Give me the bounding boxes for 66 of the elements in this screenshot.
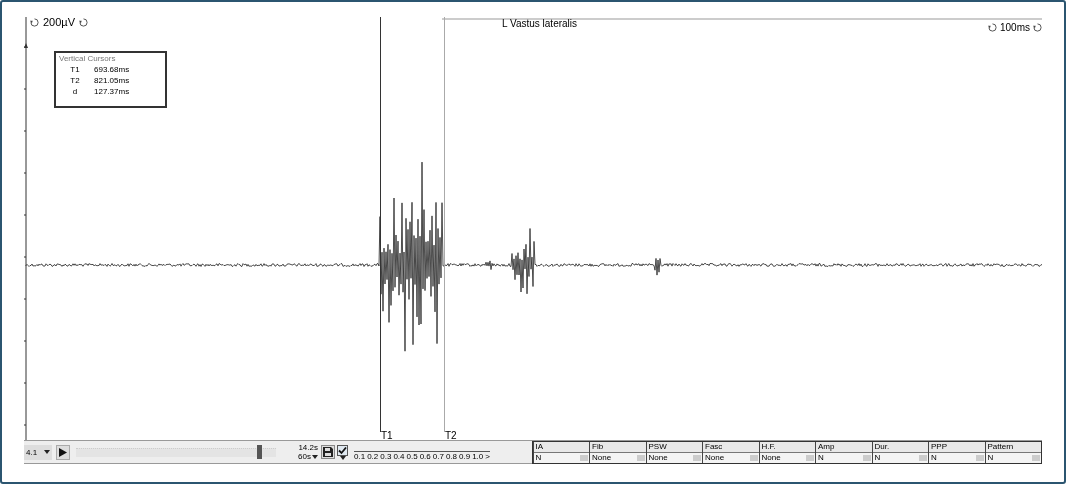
scale-tick: 0.5 (406, 452, 418, 461)
scale-tick: 0.8 (445, 452, 457, 461)
value-dropdown[interactable]: N (533, 452, 589, 463)
dropdown-value: None (761, 453, 781, 462)
duration: 60s (298, 452, 311, 461)
cursor-label: T1 (381, 430, 393, 441)
adjust-icon[interactable] (1033, 23, 1042, 32)
value-dropdown[interactable]: None (590, 452, 646, 463)
adjust-icon[interactable] (79, 17, 89, 27)
scale-tick: 0.2 (367, 452, 379, 461)
dropdown-value: None (648, 453, 668, 462)
adjust-icon[interactable] (988, 23, 997, 32)
scale-more[interactable]: > (485, 452, 490, 461)
channel-name: L Vastus lateralis (502, 18, 578, 29)
value-dropdown[interactable]: N (872, 452, 928, 463)
playback-slider[interactable] (76, 447, 276, 457)
dropdown-value: None (705, 453, 725, 462)
play-icon (59, 447, 67, 457)
panel-title: Vertical Cursors (58, 53, 117, 64)
column-header: Pattern (985, 441, 1041, 453)
checkbox[interactable] (337, 444, 348, 456)
column-header: IA (533, 441, 589, 453)
column-header: Amp (816, 441, 872, 453)
column-header: Fib (590, 441, 646, 453)
adjust-icon[interactable] (30, 17, 39, 27)
save-icon (323, 447, 333, 457)
cursor-label: T2 (69, 75, 81, 86)
value-dropdown[interactable]: None (759, 452, 815, 463)
value-dropdown[interactable]: None (703, 452, 759, 463)
cursor-value: 693.68ms (94, 64, 130, 75)
caret-icon[interactable] (312, 454, 318, 459)
save-button[interactable] (321, 445, 335, 459)
value-dropdown[interactable]: N (985, 452, 1041, 463)
slider-thumb[interactable] (257, 444, 263, 459)
cursor-label: T1 (69, 64, 81, 75)
column-header: Dur. (872, 441, 928, 453)
elapsed-time: 14.2s (298, 443, 318, 452)
column-header: H.F. (759, 441, 815, 453)
scale-tick: 0.9 (459, 452, 471, 461)
scale-tick: 0.3 (380, 452, 392, 461)
column-header: PSW (646, 441, 702, 453)
scale-tick: 0.1 (354, 452, 366, 461)
amplitude-scale: 200µV (43, 16, 76, 28)
value-dropdown[interactable]: N (929, 452, 985, 463)
scale-tick: 0.7 (432, 452, 444, 461)
column-header: PPP (929, 441, 985, 453)
dropdown-value: N (535, 453, 542, 462)
sweep-scale: 100ms (1000, 22, 1030, 33)
play-button[interactable] (56, 444, 70, 460)
caret-icon (44, 450, 50, 454)
column-header: Fasc (703, 441, 759, 453)
cursor-label: T2 (445, 430, 457, 441)
dropdown-value: None (592, 453, 612, 462)
scale-tick: 0.4 (393, 452, 405, 461)
value-dropdown[interactable]: None (646, 452, 702, 463)
cursor-value: 821.05ms (94, 75, 130, 86)
dropdown-value: N (874, 453, 881, 462)
scale-tick: 0.6 (419, 452, 431, 461)
scale-tick: 1.0 (472, 452, 484, 461)
cursor-value: 127.37ms (94, 86, 130, 97)
gain-dropdown[interactable]: 4.1 (24, 444, 52, 460)
dropdown-value: N (931, 453, 937, 462)
cursor-label: d (71, 86, 79, 97)
value-dropdown[interactable]: N (816, 452, 872, 463)
dropdown-value: N (818, 453, 824, 462)
dropdown-value: N (987, 453, 994, 462)
